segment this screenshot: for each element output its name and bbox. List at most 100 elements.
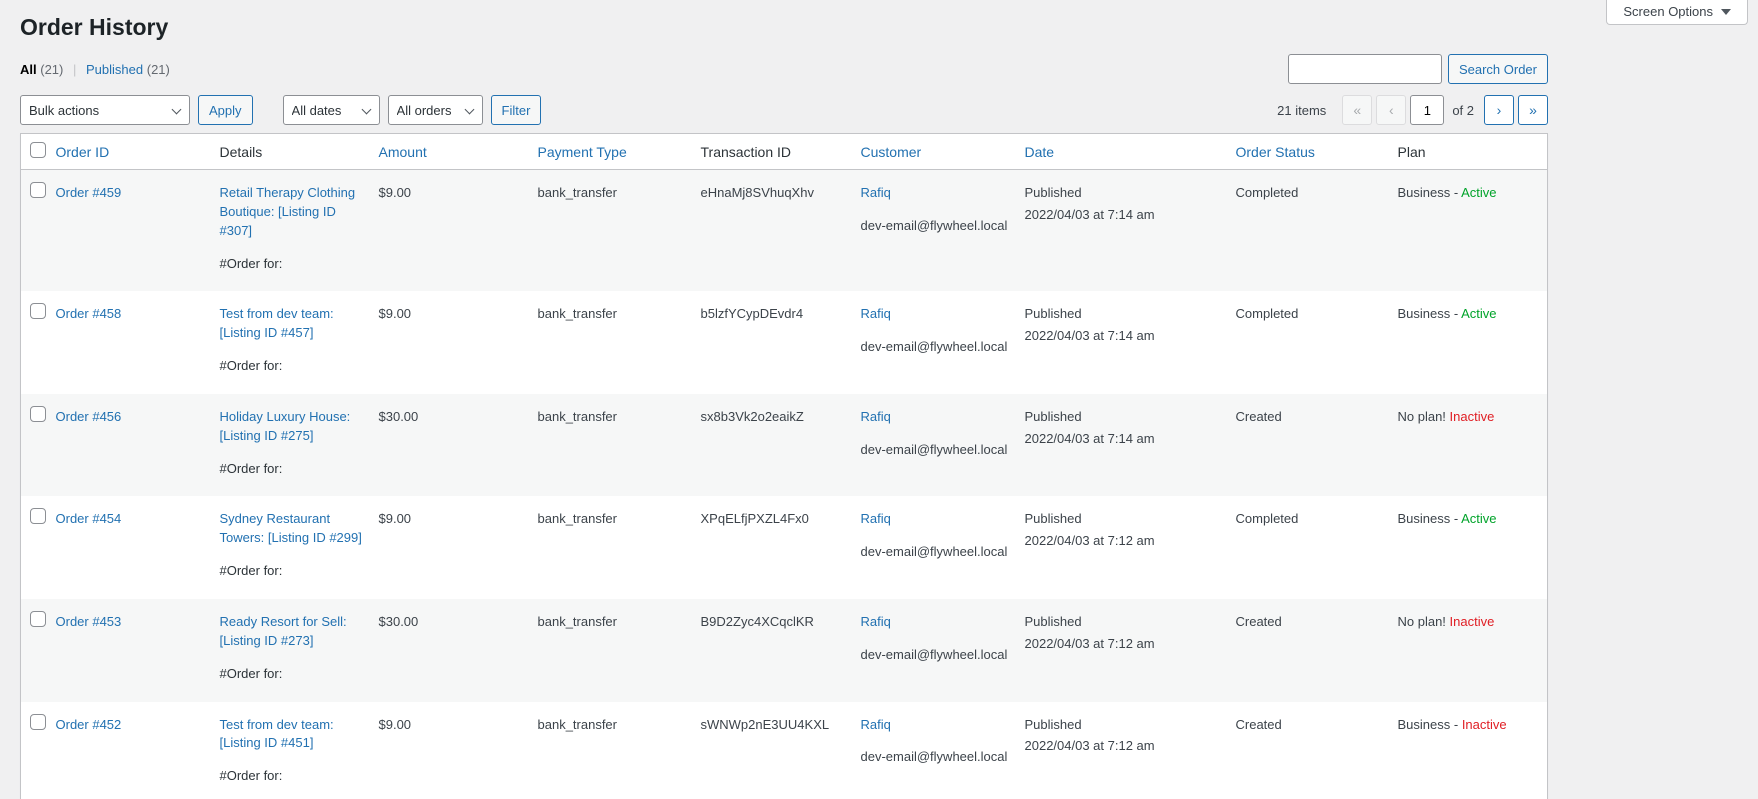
bulk-actions-select-wrap: Bulk actions — [20, 95, 190, 125]
order-id-link[interactable]: Order #459 — [56, 185, 122, 200]
order-for-note: #Order for: — [220, 255, 369, 274]
plan-name: Business - — [1398, 185, 1462, 200]
column-header-transaction-id: Transaction ID — [701, 134, 861, 170]
orders-tbody: Order #459 Retail Therapy Clothing Bouti… — [21, 170, 1548, 799]
row-select-checkbox[interactable] — [30, 508, 46, 524]
amount-cell: $30.00 — [379, 394, 538, 497]
row-select-checkbox[interactable] — [30, 611, 46, 627]
plan-name: Business - — [1398, 511, 1462, 526]
plan-status: Active — [1461, 511, 1496, 526]
select-all-checkbox[interactable] — [30, 142, 46, 158]
publish-date: 2022/04/03 at 7:12 am — [1025, 737, 1226, 756]
listing-details-link[interactable]: Test from dev team: [Listing ID #451] — [220, 716, 369, 754]
order-id-link[interactable]: Order #454 — [56, 511, 122, 526]
plan-name: Business - — [1398, 306, 1462, 321]
column-header-order-id[interactable]: Order ID — [56, 134, 220, 170]
column-header-date[interactable]: Date — [1025, 134, 1236, 170]
search-input[interactable] — [1288, 54, 1442, 84]
column-header-customer[interactable]: Customer — [861, 134, 1025, 170]
last-page-button[interactable]: » — [1518, 95, 1548, 125]
row-select-checkbox[interactable] — [30, 303, 46, 319]
listing-details-link[interactable]: Retail Therapy Clothing Boutique: [Listi… — [220, 184, 369, 241]
screen-options-button[interactable]: Screen Options — [1606, 0, 1748, 25]
order-status-cell: Completed — [1236, 170, 1398, 292]
apply-button[interactable]: Apply — [198, 95, 253, 125]
order-row: Order #456 Holiday Luxury House: [Listin… — [21, 394, 1548, 497]
order-row: Order #452 Test from dev team: [Listing … — [21, 702, 1548, 799]
filter-button[interactable]: Filter — [491, 95, 542, 125]
payment-type-cell: bank_transfer — [538, 394, 701, 497]
filter-link-all[interactable]: All (21) — [20, 62, 63, 77]
listing-details-link[interactable]: Ready Resort for Sell: [Listing ID #273] — [220, 613, 369, 651]
order-row: Order #453 Ready Resort for Sell: [Listi… — [21, 599, 1548, 702]
dates-filter-select[interactable]: All dates — [283, 95, 380, 125]
customer-link[interactable]: Rafiq — [861, 614, 891, 629]
publish-date: 2022/04/03 at 7:12 am — [1025, 532, 1226, 551]
orders-filter-select[interactable]: All orders — [388, 95, 483, 125]
customer-link[interactable]: Rafiq — [861, 511, 891, 526]
screen-options-label: Screen Options — [1623, 4, 1713, 19]
payment-type-cell: bank_transfer — [538, 170, 701, 292]
customer-email: dev-email@flywheel.local — [861, 441, 1015, 460]
plan-name: No plan! — [1398, 409, 1450, 424]
customer-link[interactable]: Rafiq — [861, 306, 891, 321]
search-order-button[interactable]: Search Order — [1448, 54, 1548, 84]
order-id-link[interactable]: Order #453 — [56, 614, 122, 629]
publish-state: Published — [1025, 305, 1226, 324]
page-title: Order History — [20, 0, 1548, 45]
payment-type-cell: bank_transfer — [538, 291, 701, 394]
row-select-checkbox[interactable] — [30, 406, 46, 422]
pagination: 21 items « ‹ of 2 › » — [1277, 95, 1548, 125]
current-page-input[interactable] — [1410, 95, 1444, 125]
plan-status: Inactive — [1462, 717, 1507, 732]
column-header-order-status[interactable]: Order Status — [1236, 134, 1398, 170]
customer-email: dev-email@flywheel.local — [861, 748, 1015, 767]
listing-details-link[interactable]: Holiday Luxury House: [Listing ID #275] — [220, 408, 369, 446]
publish-date: 2022/04/03 at 7:14 am — [1025, 430, 1226, 449]
order-id-link[interactable]: Order #456 — [56, 409, 122, 424]
order-for-note: #Order for: — [220, 665, 369, 684]
order-status-cell: Created — [1236, 394, 1398, 497]
column-header-details: Details — [220, 134, 379, 170]
listing-details-link[interactable]: Test from dev team: [Listing ID #457] — [220, 305, 369, 343]
publish-date: 2022/04/03 at 7:12 am — [1025, 635, 1226, 654]
transaction-id-cell: eHnaMj8SVhuqXhv — [701, 170, 861, 292]
order-id-link[interactable]: Order #458 — [56, 306, 122, 321]
transaction-id-cell: XPqELfjPXZL4Fx0 — [701, 496, 861, 599]
publish-state: Published — [1025, 716, 1226, 735]
bulk-actions-select[interactable]: Bulk actions — [20, 95, 190, 125]
row-select-checkbox[interactable] — [30, 182, 46, 198]
column-header-payment-type[interactable]: Payment Type — [538, 134, 701, 170]
publish-state: Published — [1025, 184, 1226, 203]
plan-status: Inactive — [1450, 409, 1495, 424]
order-history-page: Order History All (21) | Published (21) … — [20, 0, 1548, 799]
customer-link[interactable]: Rafiq — [861, 185, 891, 200]
plan-name: No plan! — [1398, 614, 1450, 629]
publish-state: Published — [1025, 510, 1226, 529]
transaction-id-cell: B9D2Zyc4XCqclKR — [701, 599, 861, 702]
amount-cell: $9.00 — [379, 496, 538, 599]
listing-details-link[interactable]: Sydney Restaurant Towers: [Listing ID #2… — [220, 510, 369, 548]
order-for-note: #Order for: — [220, 460, 369, 479]
total-pages-label: of 2 — [1452, 103, 1474, 118]
column-header-plan: Plan — [1398, 134, 1548, 170]
plan-status: Inactive — [1450, 614, 1495, 629]
order-row: Order #458 Test from dev team: [Listing … — [21, 291, 1548, 394]
order-for-note: #Order for: — [220, 562, 369, 581]
order-id-link[interactable]: Order #452 — [56, 717, 122, 732]
publish-date: 2022/04/03 at 7:14 am — [1025, 206, 1226, 225]
customer-link[interactable]: Rafiq — [861, 409, 891, 424]
next-page-button[interactable]: › — [1484, 95, 1514, 125]
filter-link-published[interactable]: Published (21) — [86, 62, 170, 77]
prev-page-button: ‹ — [1376, 95, 1406, 125]
payment-type-cell: bank_transfer — [538, 496, 701, 599]
amount-cell: $9.00 — [379, 702, 538, 799]
dates-select-wrap: All dates — [283, 95, 380, 125]
order-for-note: #Order for: — [220, 357, 369, 376]
row-select-checkbox[interactable] — [30, 714, 46, 730]
status-filter-links: All (21) | Published (21) — [20, 62, 170, 77]
table-header-row: Order ID Details Amount Payment Type Tra… — [21, 134, 1548, 170]
customer-link[interactable]: Rafiq — [861, 717, 891, 732]
column-header-amount[interactable]: Amount — [379, 134, 538, 170]
order-status-cell: Completed — [1236, 496, 1398, 599]
